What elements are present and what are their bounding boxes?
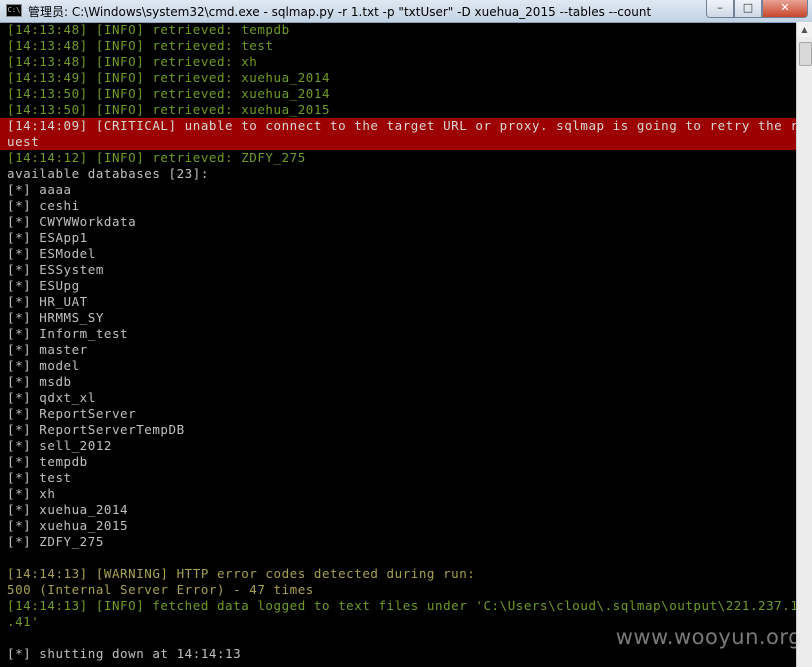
console-line: [14:13:48] [INFO] retrieved: test [7, 38, 274, 53]
console-line: [14:13:48] [INFO] retrieved: tempdb [7, 22, 290, 37]
console-line: [*] CWYWWorkdata [7, 214, 137, 229]
close-button[interactable]: ✕ [762, 0, 808, 18]
console-line: [*] model [7, 358, 80, 373]
console-line: [14:14:13] [WARNING] HTTP error codes de… [7, 566, 476, 581]
watermark: www.wooyun.org [615, 625, 802, 649]
console-line: [*] master [7, 342, 88, 357]
vertical-scrollbar[interactable]: ▲ [796, 22, 812, 667]
console-line: [*] ReportServer [7, 406, 137, 421]
console-line: uest [0, 134, 796, 150]
window-title: 管理员: C:\Windows\system32\cmd.exe - sqlma… [28, 5, 652, 19]
console-line: [*] test [7, 470, 72, 485]
console-line: [14:13:50] [INFO] retrieved: xuehua_2015 [7, 102, 331, 117]
console-line: [14:14:12] [INFO] retrieved: ZDFY_275 [7, 150, 306, 165]
console-line: [*] ESModel [7, 246, 96, 261]
console-line: [*] ESUpg [7, 278, 80, 293]
console-line: [*] xuehua_2014 [7, 502, 129, 517]
cmd-icon: C:\ [6, 4, 22, 17]
console-line: [14:14:09] [CRITICAL] unable to connect … [0, 118, 796, 134]
console-line: [*] xuehua_2015 [7, 518, 129, 533]
console-line: [14:14:13] [INFO] fetched data logged to… [7, 598, 796, 613]
console-line: 500 (Internal Server Error) - 47 times [7, 582, 314, 597]
console-line: [*] sell_2012 [7, 438, 112, 453]
console-line: [*] HRMMS_SY [7, 310, 104, 325]
console-line: [*] tempdb [7, 454, 88, 469]
console-line: [14:13:50] [INFO] retrieved: xuehua_2014 [7, 86, 331, 101]
console-line: [*] msdb [7, 374, 72, 389]
minimize-button[interactable]: – [706, 0, 734, 18]
window-controls: – □ ✕ [706, 0, 808, 18]
maximize-button[interactable]: □ [734, 0, 762, 18]
console-line: [14:13:49] [INFO] retrieved: xuehua_2014 [7, 70, 331, 85]
console-line: available databases [23]: [7, 166, 209, 181]
console-line: [*] aaaa [7, 182, 72, 197]
console-line: [14:13:48] [INFO] retrieved: xh [7, 54, 258, 69]
scroll-thumb[interactable] [799, 42, 812, 66]
console-line: [*] ESSystem [7, 262, 104, 277]
console-line: [*] ESApp1 [7, 230, 88, 245]
console-line: [*] ReportServerTempDB [7, 422, 185, 437]
console-line: [*] ceshi [7, 198, 80, 213]
scroll-up-arrow-icon[interactable]: ▲ [797, 22, 812, 37]
console-line: [*] qdxt_xl [7, 390, 96, 405]
title-bar[interactable]: C:\ 管理员: C:\Windows\system32\cmd.exe - s… [0, 0, 812, 23]
console-line: [*] Inform_test [7, 326, 129, 341]
console-line: [*] ZDFY_275 [7, 534, 104, 549]
console-line: [*] xh [7, 486, 56, 501]
console-line: [*] HR_UAT [7, 294, 88, 309]
console-output[interactable]: [14:13:48] [INFO] retrieved: tempdb [14:… [0, 22, 796, 667]
